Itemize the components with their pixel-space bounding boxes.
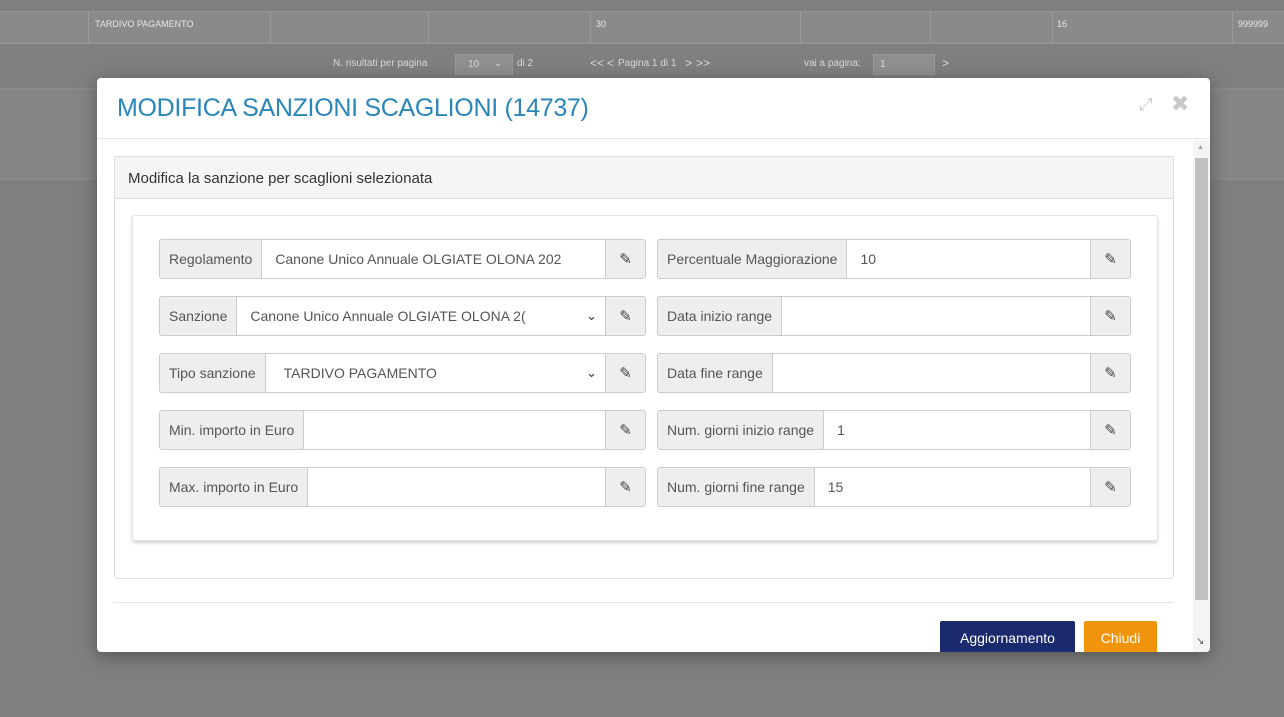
percentuale-input[interactable]: 10 (847, 240, 1090, 278)
tipo-sanzione-select[interactable]: TARDIVO PAGAMENTO ⌄ (266, 354, 605, 392)
max-importo-input[interactable] (308, 468, 605, 506)
goto-page-input[interactable]: 1 (873, 54, 935, 75)
select-value: TARDIVO PAGAMENTO (283, 365, 437, 381)
field-label: Num. giorni fine range (658, 468, 815, 506)
pager-prev-link[interactable]: < (607, 56, 614, 70)
update-button[interactable]: Aggiornamento (940, 621, 1075, 652)
chevron-down-icon: ⌄ (586, 365, 597, 380)
column-divider (930, 12, 931, 43)
close-x-icon[interactable]: ✖ (1171, 91, 1189, 117)
field-max-importo: Max. importo in Euro ✎ (159, 467, 646, 507)
scroll-up-icon[interactable]: ▲ (1197, 144, 1204, 151)
edit-panel: Modifica la sanzione per scaglioni selez… (114, 156, 1174, 579)
modal-title: MODIFICA SANZIONI SCAGLIONI (14737) (117, 94, 589, 122)
data-inizio-input[interactable] (782, 297, 1090, 335)
pencil-icon[interactable]: ✎ (1090, 411, 1130, 449)
regolamento-input[interactable]: Canone Unico Annuale OLGIATE OLONA 202 (262, 240, 605, 278)
panel-heading: Modifica la sanzione per scaglioni selez… (115, 157, 1173, 199)
modal-header: MODIFICA SANZIONI SCAGLIONI (14737) ⤢ ✖ (97, 78, 1210, 139)
pencil-icon[interactable]: ✎ (605, 297, 645, 335)
background-pager: N. risultati per pagina 10 ⌄ di 2 << < P… (0, 52, 1284, 78)
min-importo-input[interactable] (304, 411, 605, 449)
pager-page-label: Pagina 1 di 1 (618, 58, 677, 69)
field-tipo-sanzione: Tipo sanzione TARDIVO PAGAMENTO ⌄ ✎ (159, 353, 646, 393)
resize-handle-icon[interactable]: ↘ (1196, 636, 1204, 647)
modal-scrollbar[interactable]: ▲ (1193, 140, 1210, 652)
field-min-importo: Min. importo in Euro ✎ (159, 410, 646, 450)
pencil-icon[interactable]: ✎ (605, 240, 645, 278)
column-divider (1232, 12, 1233, 43)
background-table-row: TARDIVO PAGAMENTO 30 16 999999 (0, 11, 1284, 44)
pencil-icon[interactable]: ✎ (605, 468, 645, 506)
pencil-icon[interactable]: ✎ (605, 411, 645, 449)
column-divider (428, 12, 429, 43)
field-label: Data fine range (658, 354, 773, 392)
select-value: Canone Unico Annuale OLGIATE OLONA 2( (250, 308, 526, 324)
field-sanzione: Sanzione Canone Unico Annuale OLGIATE OL… (159, 296, 646, 336)
goto-page-value: 1 (880, 59, 886, 70)
field-label: Min. importo in Euro (160, 411, 305, 449)
footer-divider (114, 602, 1174, 603)
form-card: Regolamento Canone Unico Annuale OLGIATE… (132, 215, 1158, 541)
per-page-select[interactable]: 10 ⌄ (455, 54, 513, 75)
pager-of-label: di 2 (517, 58, 534, 69)
field-label: Percentuale Maggiorazione (658, 240, 848, 278)
column-divider (590, 12, 591, 43)
row-cell-value: 999999 (1238, 19, 1269, 29)
field-percentuale: Percentuale Maggiorazione 10 ✎ (657, 239, 1131, 279)
pencil-icon[interactable]: ✎ (1090, 240, 1130, 278)
per-page-label: N. risultati per pagina (333, 58, 428, 69)
goto-page-label: vai a pagina: (804, 58, 861, 69)
field-label: Tipo sanzione (160, 354, 266, 392)
modal-dialog: MODIFICA SANZIONI SCAGLIONI (14737) ⤢ ✖ … (97, 78, 1210, 652)
panel-heading-text: Modifica la sanzione per scaglioni selez… (128, 170, 433, 187)
pencil-icon[interactable]: ✎ (1090, 468, 1130, 506)
field-giorni-fine: Num. giorni fine range 15 ✎ (657, 467, 1131, 507)
field-regolamento: Regolamento Canone Unico Annuale OLGIATE… (159, 239, 646, 279)
row-cell-value: 16 (1057, 19, 1068, 29)
column-divider (1052, 12, 1053, 43)
pager-next-link[interactable]: > (685, 56, 692, 70)
row-cell-type: TARDIVO PAGAMENTO (95, 19, 194, 29)
data-fine-input[interactable] (773, 354, 1090, 392)
scroll-thumb[interactable] (1195, 158, 1208, 600)
field-data-inizio: Data inizio range ✎ (657, 296, 1131, 336)
row-cell-value: 30 (596, 19, 607, 29)
column-divider (88, 12, 89, 43)
column-divider (270, 12, 271, 43)
column-divider (800, 12, 801, 43)
per-page-value: 10 (468, 59, 480, 70)
field-data-fine: Data fine range ✎ (657, 353, 1131, 393)
giorni-inizio-input[interactable]: 1 (824, 411, 1090, 449)
pencil-icon[interactable]: ✎ (1090, 297, 1130, 335)
chevron-down-icon: ⌄ (494, 58, 503, 69)
giorni-fine-input[interactable]: 15 (815, 468, 1090, 506)
field-label: Sanzione (160, 297, 238, 335)
field-label: Max. importo in Euro (160, 468, 309, 506)
field-label: Data inizio range (658, 297, 783, 335)
pencil-icon[interactable]: ✎ (1090, 354, 1130, 392)
modal-body: Modifica la sanzione per scaglioni selez… (97, 140, 1193, 652)
pager-last-link[interactable]: >> (696, 56, 710, 70)
field-label: Num. giorni inizio range (658, 411, 825, 449)
pager-first-link[interactable]: << (590, 56, 604, 70)
close-button[interactable]: Chiudi (1084, 621, 1157, 652)
field-label: Regolamento (160, 240, 263, 278)
goto-page-button[interactable]: > (942, 56, 949, 70)
pencil-icon[interactable]: ✎ (605, 354, 645, 392)
chevron-down-icon: ⌄ (586, 308, 597, 323)
field-giorni-inizio: Num. giorni inizio range 1 ✎ (657, 410, 1131, 450)
sanzione-select[interactable]: Canone Unico Annuale OLGIATE OLONA 2( ⌄ (237, 297, 605, 335)
expand-icon[interactable]: ⤢ (1139, 95, 1153, 115)
